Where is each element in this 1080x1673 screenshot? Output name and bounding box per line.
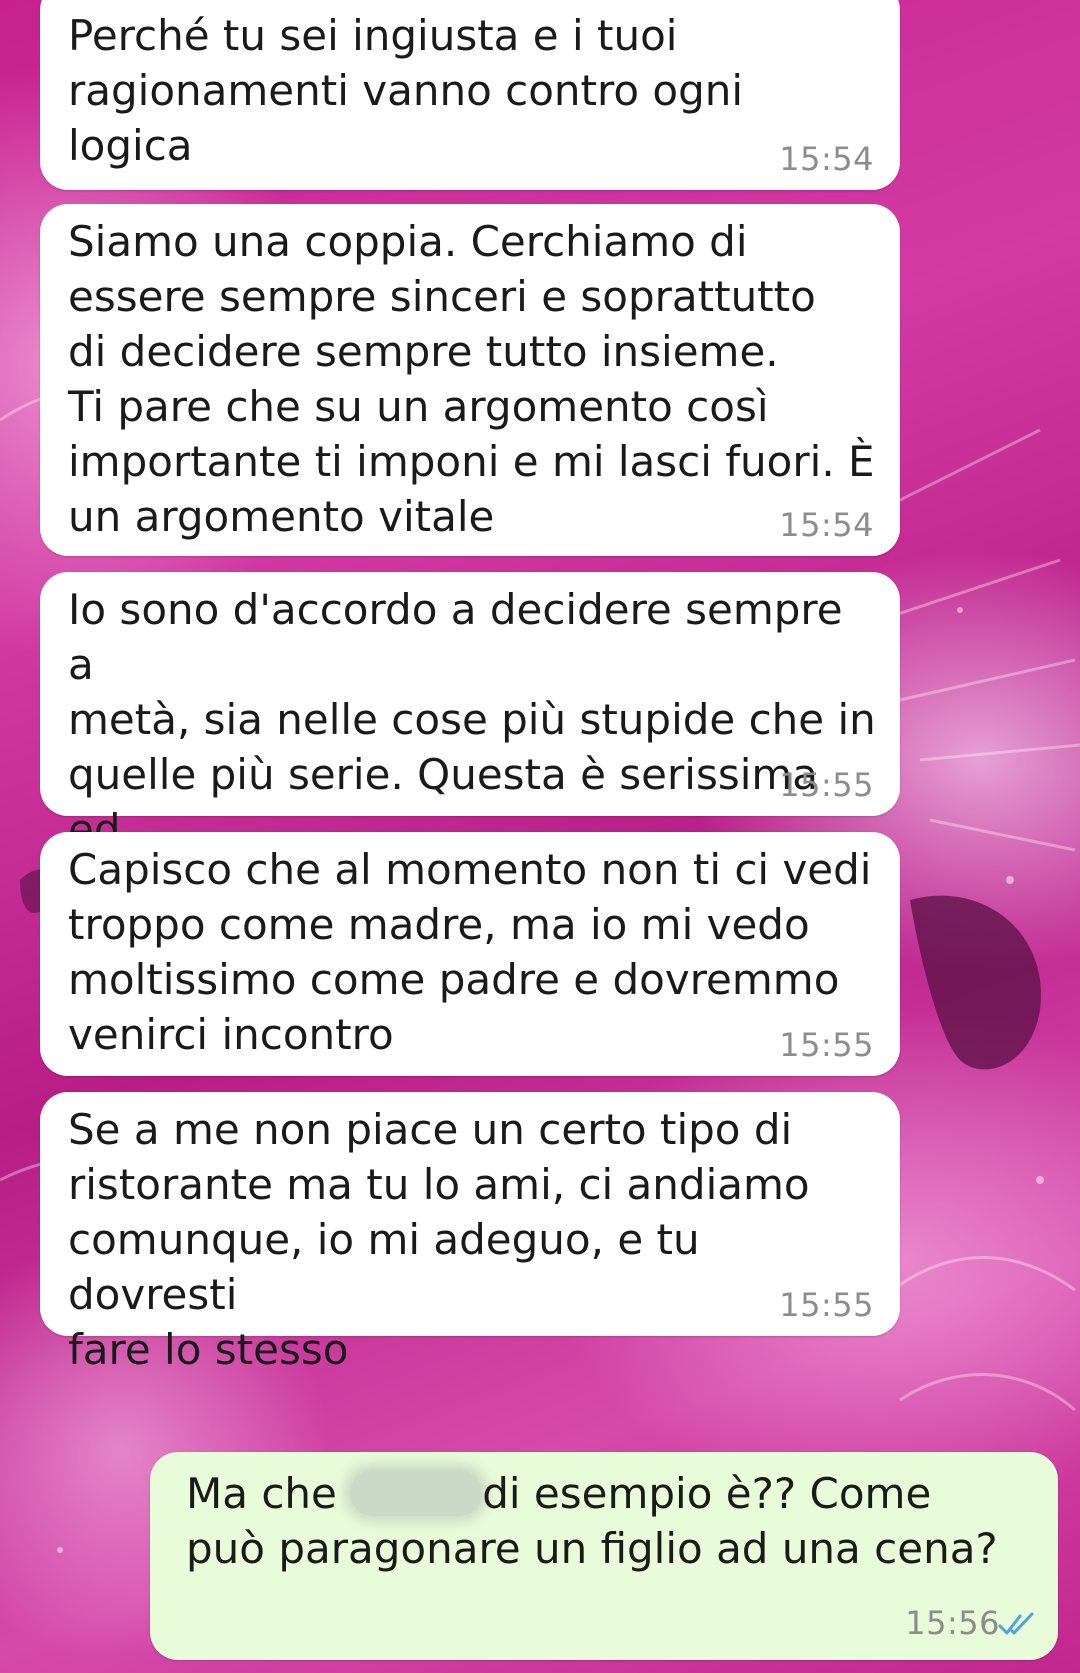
message-time: 15:55 (779, 1286, 874, 1324)
message-text: Capisco che al momento non ti ci vedi tr… (68, 845, 872, 1059)
message-time: 15:55 (779, 1026, 874, 1064)
incoming-message[interactable]: Capisco che al momento non ti ci vedi tr… (40, 832, 900, 1076)
double-check-read-icon (998, 1612, 1034, 1635)
outgoing-message[interactable]: Ma che di esempio è?? Come può paragonar… (150, 1452, 1058, 1660)
incoming-message[interactable]: Perché tu sei ingiusta e i tuoi ragionam… (40, 0, 900, 190)
message-text: Perché tu sei ingiusta e i tuoi ragionam… (68, 11, 744, 170)
message-time: 15:54 (779, 506, 874, 544)
incoming-message[interactable]: Se a me non piace un certo tipo di risto… (40, 1092, 900, 1374)
message-time: 15:55 (779, 766, 874, 804)
message-text-start: Ma che (186, 1469, 351, 1518)
chat-message-list[interactable]: Perché tu sei ingiusta e i tuoi ragionam… (0, 0, 1080, 1673)
incoming-message[interactable]: Io sono d'accordo a decidere sempre a me… (40, 572, 900, 909)
message-time: 15:56 (905, 1604, 1000, 1642)
redacted-word (350, 1470, 483, 1516)
message-text: Siamo una coppia. Cerchiamo di essere se… (68, 217, 875, 541)
incoming-message[interactable]: Siamo una coppia. Cerchiamo di essere se… (40, 204, 900, 556)
message-text: Ma che di esempio è?? Come può paragonar… (186, 1466, 1034, 1576)
message-text: Se a me non piace un certo tipo di risto… (68, 1105, 810, 1374)
message-time: 15:54 (779, 140, 874, 178)
